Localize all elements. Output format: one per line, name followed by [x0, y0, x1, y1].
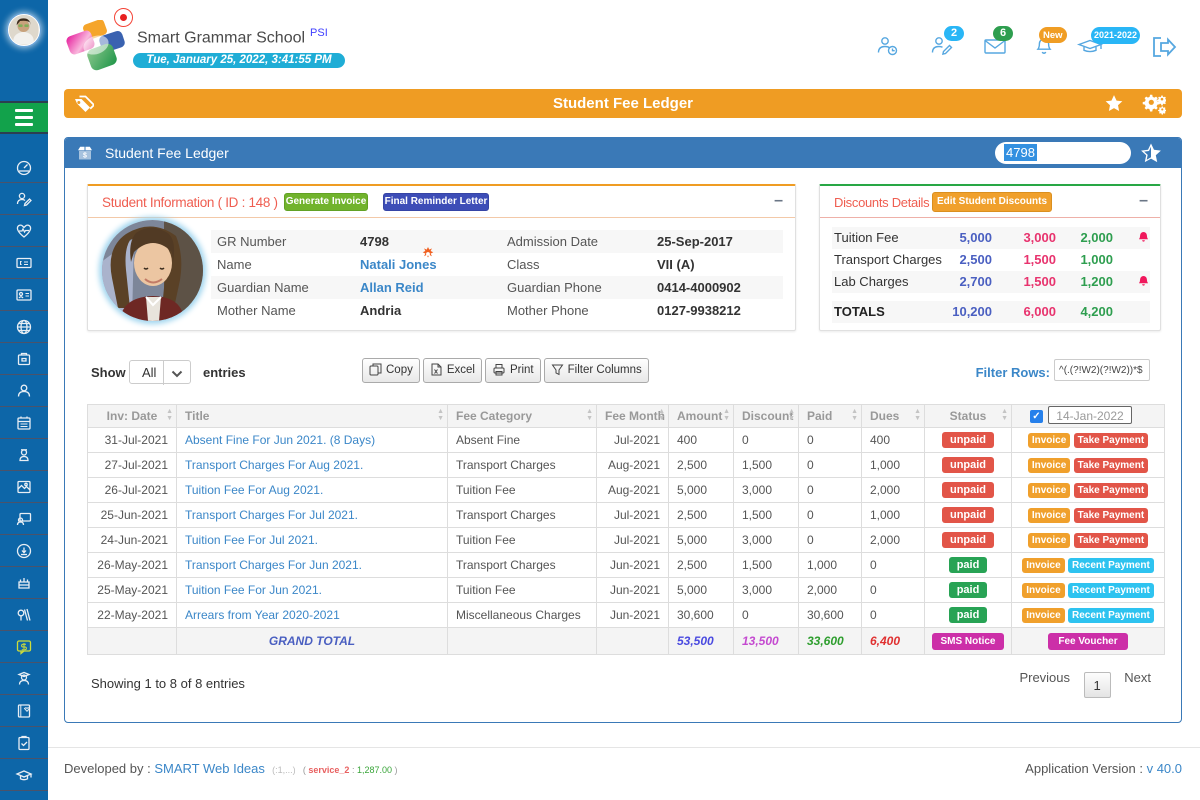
svg-text:$: $: [83, 153, 87, 160]
